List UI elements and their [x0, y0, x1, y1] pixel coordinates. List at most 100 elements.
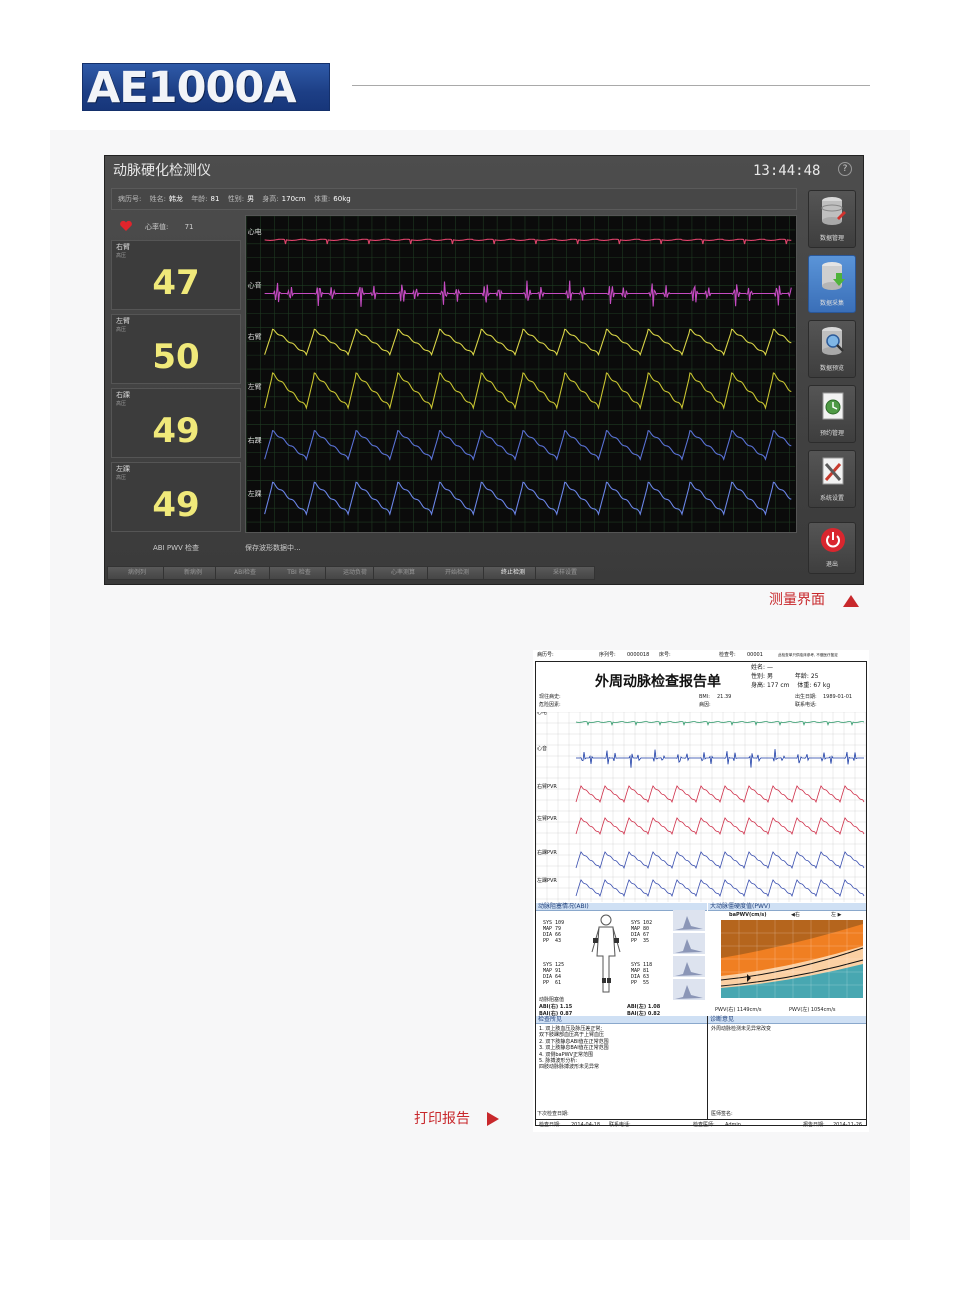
report-sex: 男: [766, 673, 773, 680]
side-btn-system-settings[interactable]: 系统设置: [808, 450, 856, 508]
finding-item: 3. 双上肢静息BAI值在正常范围: [539, 1045, 609, 1052]
wave-label: 左臂: [248, 382, 262, 391]
btn-stop-detect[interactable]: 终止检测: [483, 566, 543, 580]
btn-heart-rate[interactable]: 心率测算: [373, 566, 433, 580]
pulse-thumbnails: [673, 910, 705, 1000]
side-btn-label: 数据采集: [819, 300, 844, 307]
waveform-trace: [264, 481, 792, 516]
report-grid: [536, 712, 866, 902]
abi-lower-left: SYS 118 MAP 81 DIA 63 PP 55: [631, 962, 653, 986]
section-diagnosis: 诊断意见: [708, 1016, 866, 1024]
report-wave-label: 左臂PVR: [537, 815, 557, 822]
abi-right: ABI(右) 1.15: [539, 1004, 573, 1010]
patient-height: 170cm: [281, 195, 306, 203]
patient-height-label: 身高:: [262, 195, 279, 203]
limb-value: 49: [152, 411, 200, 451]
btn-case-list[interactable]: 病例列: [107, 566, 167, 580]
findings-list: 1. 双上肢血压及脉压差正常; 双下肢踝部血压高于上臂血压 2. 双下肢静息AB…: [539, 1026, 609, 1071]
monitor-window: 动脉硬化检测仪 13:44:48 ? 病历号: 姓名: 韩龙 年龄: 81 性别: 男…: [104, 155, 864, 585]
footer-check-date-label: 检查日期:: [539, 1122, 561, 1128]
heart-rate-label: 心率值:: [145, 223, 169, 231]
report-contact: 联系电话:: [795, 702, 817, 708]
power-icon: [821, 528, 845, 552]
report-history: 现往病史:: [539, 694, 561, 700]
btn-tbi-check[interactable]: TBI 检查: [269, 566, 329, 580]
report-check-value: 00001: [747, 652, 763, 658]
patient-age: 81: [210, 195, 220, 203]
brand-model: AE1000A: [87, 63, 297, 113]
report-name: —: [766, 664, 773, 671]
limb-panel-left-ankle: 左踝 高压 49: [111, 462, 241, 532]
side-btn-label: 系统设置: [819, 495, 844, 502]
limb-value: 47: [152, 263, 200, 303]
side-btn-exit[interactable]: 退出: [808, 522, 856, 574]
waveform-display: 心电心音右臂左臂右踝左踝: [245, 215, 797, 533]
pwv-right-value: PWV(右) 1149cm/s: [715, 1007, 762, 1013]
limb-sub: 高压: [116, 327, 127, 333]
patient-weight-label: 体重:: [313, 195, 331, 203]
report-cause: 病因:: [699, 702, 711, 708]
wave-label: 心音: [248, 281, 262, 290]
limb-panel-left-arm: 左臂 高压 50: [111, 314, 241, 384]
footer-check-date: 2014-04-18: [571, 1122, 601, 1128]
patient-id-label: 病历号:: [118, 195, 142, 203]
limb-label: 左臂: [116, 317, 130, 325]
help-icon[interactable]: ?: [838, 162, 852, 176]
database-download-icon: [822, 262, 845, 290]
caption-measure: 测量界面: [769, 592, 825, 608]
settings-tools-icon: [822, 457, 844, 485]
triangle-right-icon: [487, 1112, 499, 1126]
report-wave-label: 右臂PVR: [537, 783, 557, 790]
report-weight-label: 体重:: [797, 682, 812, 689]
report-column-divider: [707, 1016, 708, 1120]
abi-value: 35: [643, 938, 650, 944]
report-wave-label: 心音: [537, 745, 547, 752]
limb-sub: 高压: [116, 401, 127, 407]
doctor-sign: 医师签名:: [711, 1111, 733, 1117]
footer-report-date-label: 报告日期:: [803, 1122, 825, 1128]
btn-new-case[interactable]: 新病例: [163, 566, 223, 580]
diagnosis-text: 外周动脉检测未见异常改变: [711, 1026, 772, 1032]
report-waveforms: 心电心音右臂PVR 左臂PVR 右踝PVR 左踝PVR: [536, 712, 866, 902]
footer-contact: 联系电话:: [609, 1122, 631, 1128]
section-pwv: 大动脉僵硬度值(PWV): [708, 903, 866, 911]
footer-doctor-label: 检查医师:: [693, 1122, 715, 1128]
app-title: 动脉硬化检测仪: [113, 163, 211, 179]
btn-abi-check[interactable]: ABI检查: [215, 566, 275, 580]
report-wave-label: 心电: [537, 712, 547, 716]
status-message: 保存波形数据中...: [245, 544, 301, 552]
heart-rate-value: 71: [184, 223, 194, 231]
finding-item: 四肢动脉脉搏波形未见异常: [539, 1064, 600, 1071]
report-height-unit: cm: [780, 682, 790, 689]
limb-panel-right-ankle: 右踝 高压 49: [111, 388, 241, 458]
next-check-date: 下次检查日期:: [537, 1111, 569, 1117]
report-case-no: 病历号:: [537, 652, 554, 658]
side-btn-label: 退出: [825, 561, 838, 568]
btn-start-detect[interactable]: 开始检测: [427, 566, 487, 580]
patient-info-bar: 病历号: 姓名: 韩龙 年龄: 81 性别: 男 身高: 170cm 体重: 60kg: [111, 188, 797, 210]
limb-sub: 高压: [116, 475, 127, 481]
waveform-trace: [264, 238, 792, 245]
side-btn-data-manage[interactable]: 数据管理: [808, 190, 856, 248]
report-note: 此检查单只供临床参考, 不做医疗鉴定: [778, 653, 838, 657]
side-btn-label: 数据管理: [819, 235, 844, 242]
report-sex-label: 性别:: [751, 673, 766, 680]
side-btn-data-preview[interactable]: 数据预览: [808, 320, 856, 378]
report-name-label: 姓名:: [751, 664, 766, 671]
side-btn-schedule[interactable]: 预约管理: [808, 385, 856, 443]
limb-label: 右踝: [116, 391, 130, 399]
side-btn-label: 预约管理: [819, 430, 844, 437]
waveform-trace: [575, 785, 865, 804]
header-divider: [352, 85, 870, 86]
btn-sample-settings[interactable]: 采样设置: [535, 566, 595, 580]
status-mode: ABI PWV 检查: [153, 544, 200, 552]
report-check-label: 检查号:: [719, 652, 736, 658]
side-btn-data-collect[interactable]: 数据采集: [808, 255, 856, 313]
report-wave-label: 右踝PVR: [537, 849, 557, 856]
triangle-up-icon: [843, 595, 859, 607]
abi-upper-right: SYS 109 MAP 79 DIA 66 PP 43: [543, 920, 565, 944]
report-age: 25: [810, 673, 819, 680]
pwv-left-value: PWV(左) 1054cm/s: [789, 1007, 836, 1013]
limb-panel-right-arm: 右臂 高压 47: [111, 240, 241, 310]
limb-value: 49: [152, 485, 200, 525]
